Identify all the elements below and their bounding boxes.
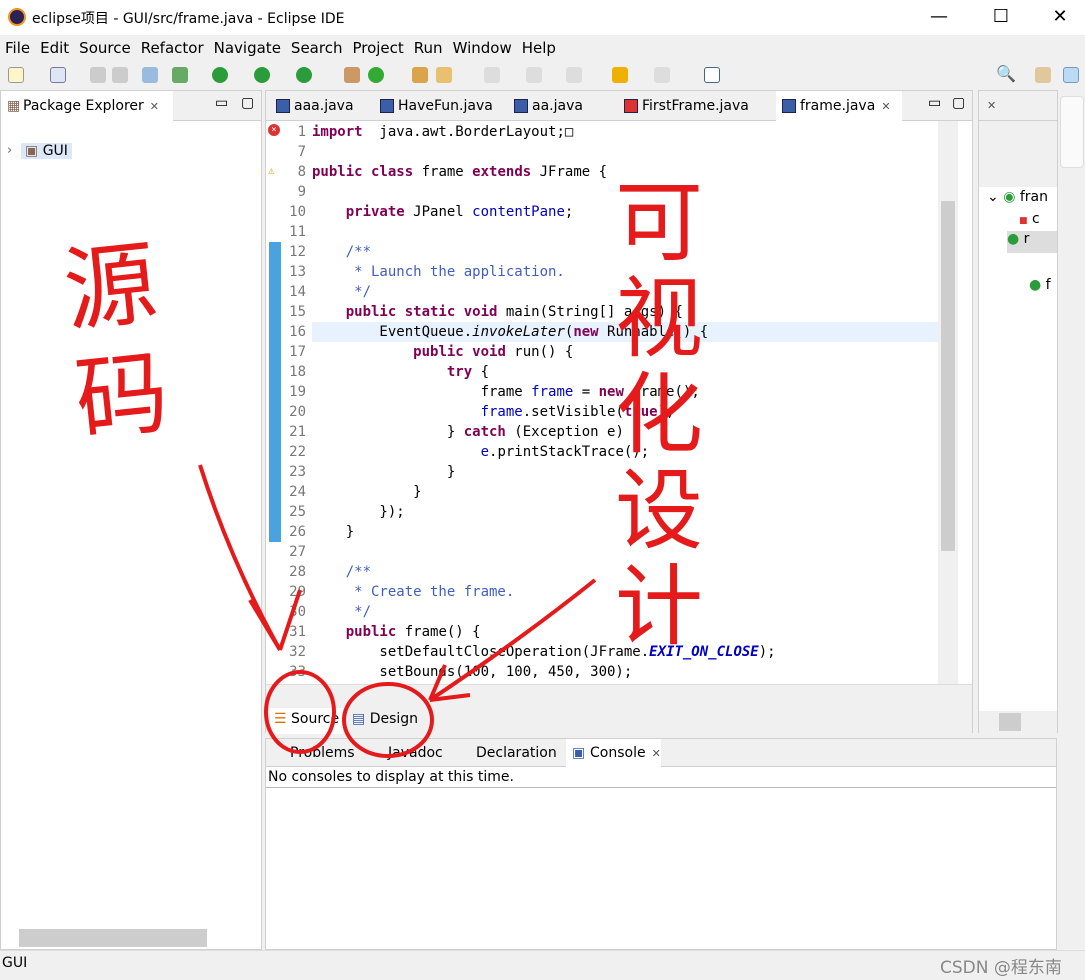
annotation-strokes: [198, 464, 597, 758]
circle-source: [264, 670, 336, 754]
circle-design: [342, 682, 434, 758]
arrow-to-design: [428, 578, 597, 702]
arrow-to-source: [198, 464, 302, 652]
